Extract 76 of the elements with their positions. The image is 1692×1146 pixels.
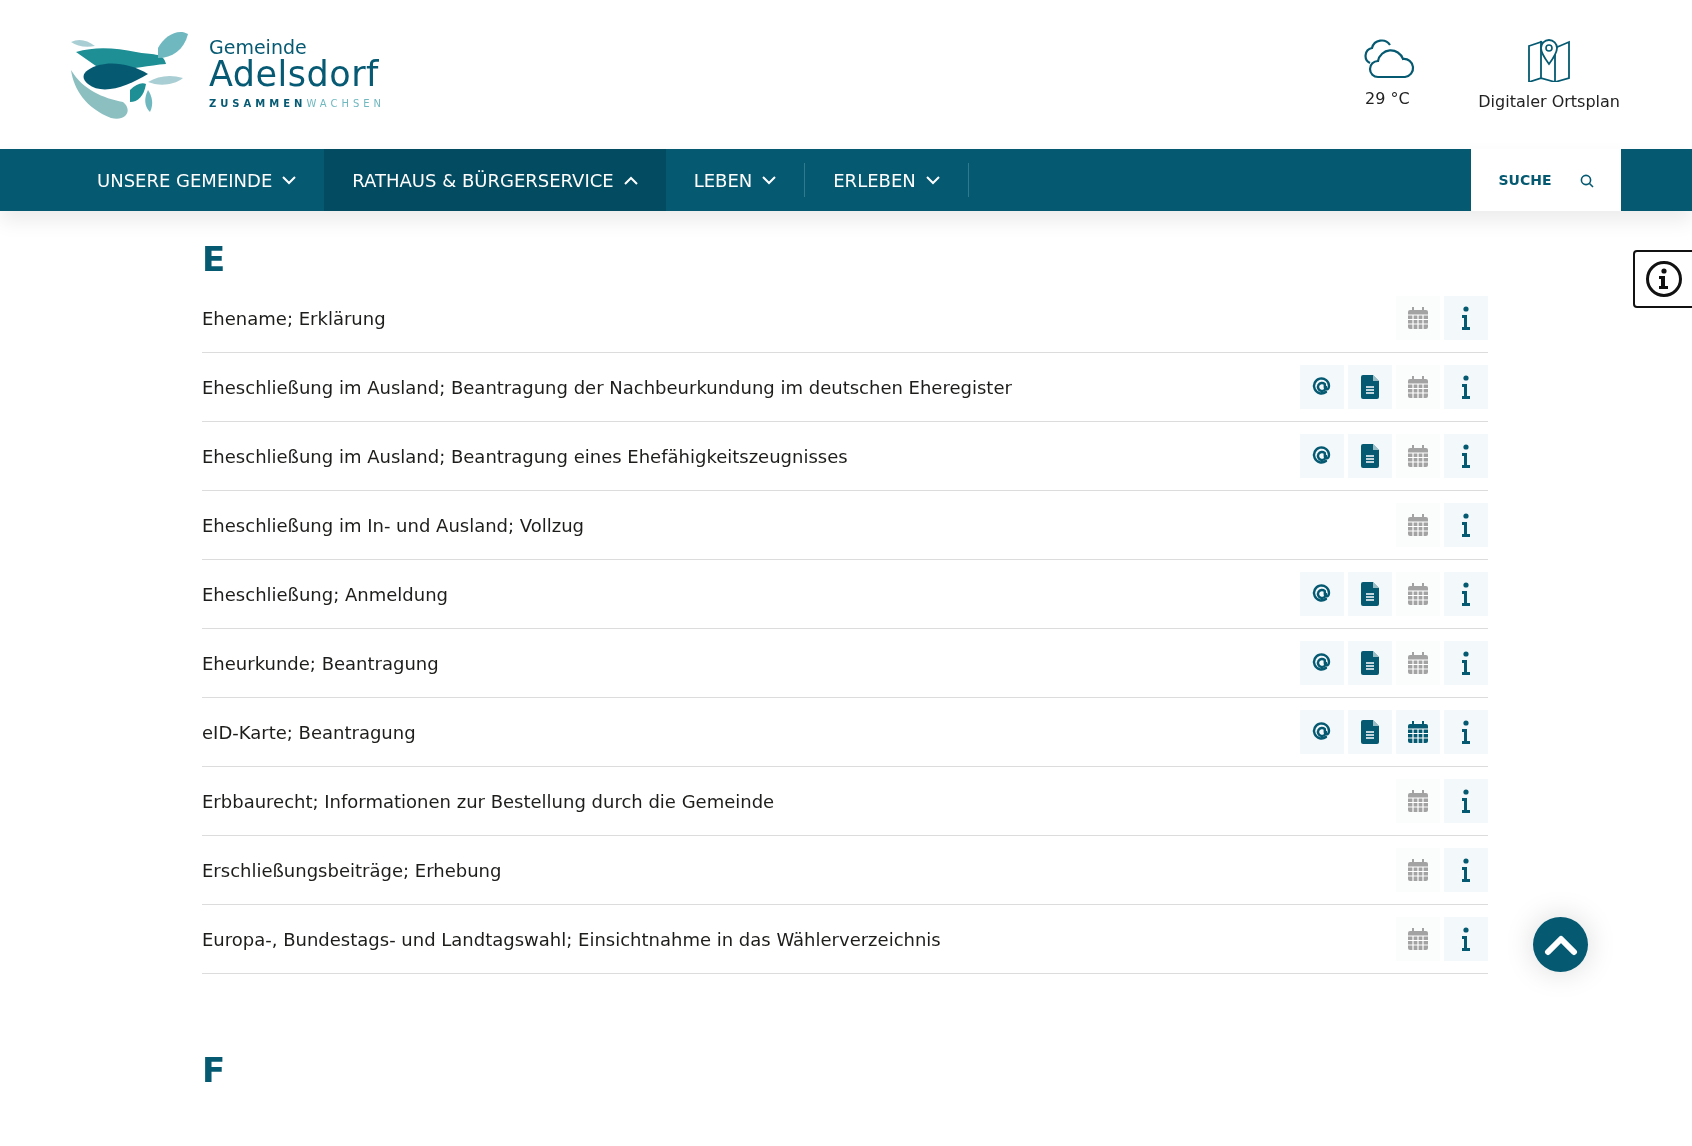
calendar-icon	[1408, 445, 1428, 468]
document-icon	[1361, 582, 1379, 607]
calendar-icon	[1408, 376, 1428, 399]
calendar-icon	[1408, 859, 1428, 882]
info-icon	[1461, 720, 1471, 745]
info-button[interactable]	[1444, 848, 1488, 893]
info-icon	[1461, 444, 1471, 469]
section-letter: E	[202, 241, 227, 279]
section-letter: F	[202, 1052, 227, 1090]
info-button[interactable]	[1444, 503, 1488, 548]
info-icon	[1645, 260, 1683, 298]
form-button[interactable]	[1348, 572, 1392, 617]
document-icon	[1361, 375, 1379, 400]
chevron-icon	[925, 175, 940, 185]
logo-tagline: ZUSAMMEN WACHSEN	[209, 97, 386, 111]
service-link[interactable]: Eheurkunde; Beantragung	[202, 649, 439, 677]
info-button[interactable]	[1444, 572, 1488, 617]
calendar-icon	[1408, 307, 1428, 330]
logo-text: Adelsdorf	[209, 57, 380, 92]
appointment-button[interactable]	[1396, 710, 1440, 755]
info-icon	[1461, 306, 1471, 331]
map-link[interactable]: Digitaler Ortsplan	[1478, 35, 1620, 114]
accessibility-info-button[interactable]	[1633, 250, 1692, 308]
nav-menu-item[interactable]: RATHAUS & BÜRGERSERVICE	[324, 149, 666, 211]
service-link[interactable]: Eheschließung im Ausland; Beantragung der Nachbeurkundung im deutschen Eheregister	[202, 373, 1012, 401]
nav-menu-item[interactable]: LEBEN	[665, 149, 805, 211]
calendar-icon	[1408, 583, 1428, 606]
chevron-icon	[762, 175, 777, 185]
form-button[interactable]	[1348, 365, 1392, 410]
document-icon	[1361, 651, 1379, 676]
info-icon	[1461, 513, 1471, 538]
info-icon	[1461, 651, 1471, 676]
service-link[interactable]: Eheschließung; Anmeldung	[202, 580, 448, 608]
email-button[interactable]	[1300, 434, 1344, 479]
info-button[interactable]	[1444, 296, 1488, 341]
info-button[interactable]	[1444, 917, 1488, 962]
nav-menu-item[interactable]: UNSERE GEMEINDE	[69, 149, 325, 211]
info-button[interactable]	[1444, 365, 1488, 410]
service-link[interactable]: Ehename; Erklärung	[202, 304, 386, 332]
email-button[interactable]	[1300, 365, 1344, 410]
email-button[interactable]	[1300, 710, 1344, 755]
service-link[interactable]: Europa-, Bundestags- und Landtagswahl; Einsichtnahme in das Wählerverzeichnis	[202, 925, 941, 953]
form-button[interactable]	[1348, 434, 1392, 479]
email-button[interactable]	[1300, 572, 1344, 617]
document-icon	[1361, 444, 1379, 469]
service-link[interactable]: Erschließungsbeiträge; Erhebung	[202, 856, 502, 884]
service-link[interactable]: eID-Karte; Beantragung	[202, 718, 416, 746]
chevron-icon	[623, 175, 638, 185]
document-icon	[1361, 720, 1379, 745]
service-link[interactable]: Eheschließung im In- und Ausland; Vollzug	[202, 511, 585, 539]
info-button[interactable]	[1444, 779, 1488, 824]
info-button[interactable]	[1444, 641, 1488, 686]
logo-text: Gemeinde	[209, 38, 308, 57]
temperature-text: 29 °C	[1364, 87, 1410, 110]
info-button[interactable]	[1444, 434, 1488, 479]
service-link[interactable]: Erbbaurecht; Informationen zur Bestellung durch die Gemeinde	[202, 787, 775, 815]
info-icon	[1461, 582, 1471, 607]
info-icon	[1461, 375, 1471, 400]
calendar-icon	[1408, 790, 1428, 813]
chevron-up-icon	[1543, 933, 1578, 956]
calendar-icon	[1408, 652, 1428, 675]
info-button[interactable]	[1444, 710, 1488, 755]
chevron-icon	[282, 175, 297, 185]
info-icon	[1461, 927, 1471, 952]
form-button[interactable]	[1348, 710, 1392, 755]
calendar-icon	[1408, 928, 1428, 951]
calendar-icon	[1408, 514, 1428, 537]
calendar-icon	[1408, 721, 1428, 744]
nav-menu-item[interactable]: ERLEBEN	[805, 149, 968, 211]
service-link[interactable]: Eheschließung im Ausland; Beantragung eines Ehefähigkeitszeugnisses	[202, 442, 848, 470]
search-button[interactable]: SUCHE	[1471, 149, 1621, 211]
email-button[interactable]	[1300, 641, 1344, 686]
form-button[interactable]	[1348, 641, 1392, 686]
info-icon	[1461, 858, 1471, 883]
info-icon	[1461, 789, 1471, 814]
scroll-to-top-button[interactable]	[1533, 917, 1588, 972]
